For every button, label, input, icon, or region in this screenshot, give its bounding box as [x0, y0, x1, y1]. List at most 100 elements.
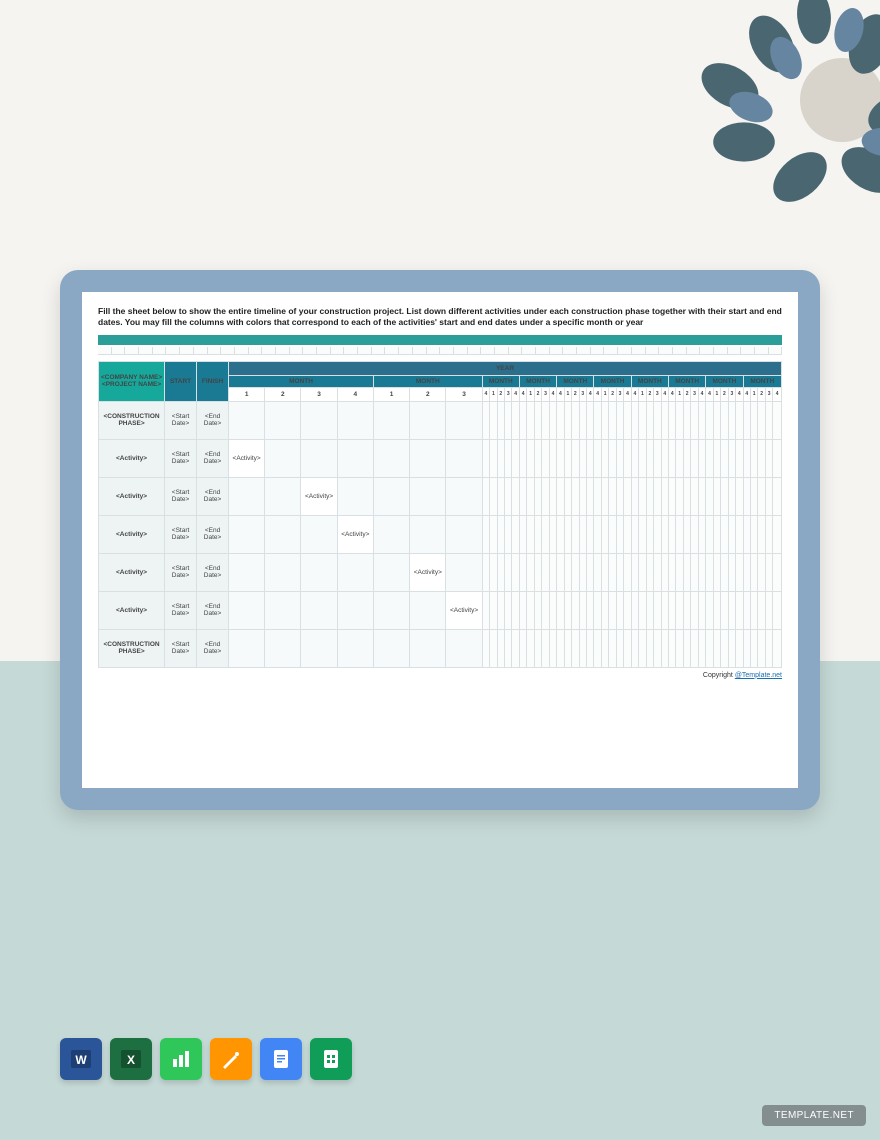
header-day: 1: [639, 387, 646, 401]
excel-icon[interactable]: X: [110, 1038, 152, 1080]
header-month: MONTH: [482, 375, 519, 387]
header-day: 4: [736, 387, 743, 401]
end-date: <End Date>: [197, 477, 229, 515]
timeline-cell: [482, 591, 489, 629]
file-format-icons: W X: [60, 1038, 352, 1080]
timeline-cell: [691, 439, 698, 477]
header-month: MONTH: [668, 375, 705, 387]
header-day: 3: [654, 387, 661, 401]
timeline-cell: [579, 439, 586, 477]
copyright-link[interactable]: @Template.net: [735, 672, 782, 679]
timeline-cell: [750, 477, 757, 515]
pages-icon[interactable]: [210, 1038, 252, 1080]
timeline-cell: [676, 591, 683, 629]
timeline-cell: [527, 401, 534, 439]
timeline-cell: [691, 477, 698, 515]
timeline-cell: [564, 629, 571, 667]
timeline-cell: [527, 439, 534, 477]
timeline-cell: [542, 401, 549, 439]
timeline-cell: [773, 553, 782, 591]
instructions-text: Fill the sheet below to show the entire …: [98, 306, 782, 329]
timeline-cell: [661, 553, 668, 591]
timeline-cell: [497, 401, 504, 439]
timeline-cell: [758, 439, 765, 477]
timeline-cell: [594, 401, 601, 439]
timeline-cell: [743, 515, 750, 553]
timeline-cell: [758, 515, 765, 553]
timeline-cell: [668, 439, 675, 477]
timeline-cell: [572, 515, 579, 553]
timeline-cell: [683, 591, 690, 629]
timeline-cell: [337, 477, 373, 515]
activity-cell: <Activity>: [229, 439, 265, 477]
row-label: <Activity>: [99, 515, 165, 553]
timeline-cell: [736, 515, 743, 553]
timeline-cell: [683, 439, 690, 477]
svg-text:X: X: [127, 1053, 135, 1067]
timeline-cell: [691, 401, 698, 439]
timeline-cell: [265, 515, 301, 553]
timeline-cell: [527, 591, 534, 629]
header-month: MONTH: [743, 375, 781, 387]
header-month: MONTH: [706, 375, 743, 387]
timeline-cell: [301, 553, 337, 591]
timeline-cell: [564, 401, 571, 439]
timeline-cell: [758, 591, 765, 629]
activity-cell: <Activity>: [337, 515, 373, 553]
timeline-cell: [713, 477, 720, 515]
timeline-cell: [373, 477, 409, 515]
timeline-cell: [519, 553, 526, 591]
timeline-cell: [587, 591, 594, 629]
timeline-cell: [534, 401, 541, 439]
timeline-cell: [639, 629, 646, 667]
activity-cell: <Activity>: [410, 553, 446, 591]
timeline-cell: [661, 401, 668, 439]
timeline-cell: [668, 477, 675, 515]
timeline-cell: [750, 629, 757, 667]
header-day: 3: [728, 387, 735, 401]
timeline-cell: [549, 515, 556, 553]
numbers-icon[interactable]: [160, 1038, 202, 1080]
header-day: 3: [765, 387, 772, 401]
google-sheets-icon[interactable]: [310, 1038, 352, 1080]
header-month: MONTH: [519, 375, 556, 387]
timeline-cell: [549, 553, 556, 591]
timeline-cell: [736, 629, 743, 667]
timeline-cell: [490, 477, 497, 515]
timeline-cell: [654, 477, 661, 515]
timeline-cell: [736, 401, 743, 439]
header-start: START: [165, 361, 197, 401]
timeline-cell: [557, 515, 564, 553]
timeline-cell: [527, 515, 534, 553]
timeline-cell: [587, 515, 594, 553]
timeline-cell: [609, 439, 616, 477]
header-day: 1: [713, 387, 720, 401]
end-date: <End Date>: [197, 591, 229, 629]
timeline-cell: [512, 439, 519, 477]
timeline-cell: [519, 629, 526, 667]
timeline-cell: [646, 401, 653, 439]
header-day: 3: [579, 387, 586, 401]
timeline-cell: [676, 477, 683, 515]
timeline-cell: [616, 439, 623, 477]
timeline-cell: [505, 629, 512, 667]
timeline-cell: [301, 401, 337, 439]
timeline-cell: [579, 477, 586, 515]
start-date: <Start Date>: [165, 439, 197, 477]
word-icon[interactable]: W: [60, 1038, 102, 1080]
timeline-cell: [676, 515, 683, 553]
timeline-cell: [542, 515, 549, 553]
header-day: 4: [557, 387, 564, 401]
google-docs-icon[interactable]: [260, 1038, 302, 1080]
timeline-cell: [512, 591, 519, 629]
timeline-cell: [564, 553, 571, 591]
timeline-cell: [564, 439, 571, 477]
timeline-cell: [706, 439, 713, 477]
timeline-cell: [512, 629, 519, 667]
header-month: MONTH: [557, 375, 594, 387]
timeline-cell: [668, 401, 675, 439]
row-label: <Activity>: [99, 591, 165, 629]
timeline-cell: [512, 553, 519, 591]
timeline-cell: [594, 477, 601, 515]
timeline-cell: [527, 477, 534, 515]
